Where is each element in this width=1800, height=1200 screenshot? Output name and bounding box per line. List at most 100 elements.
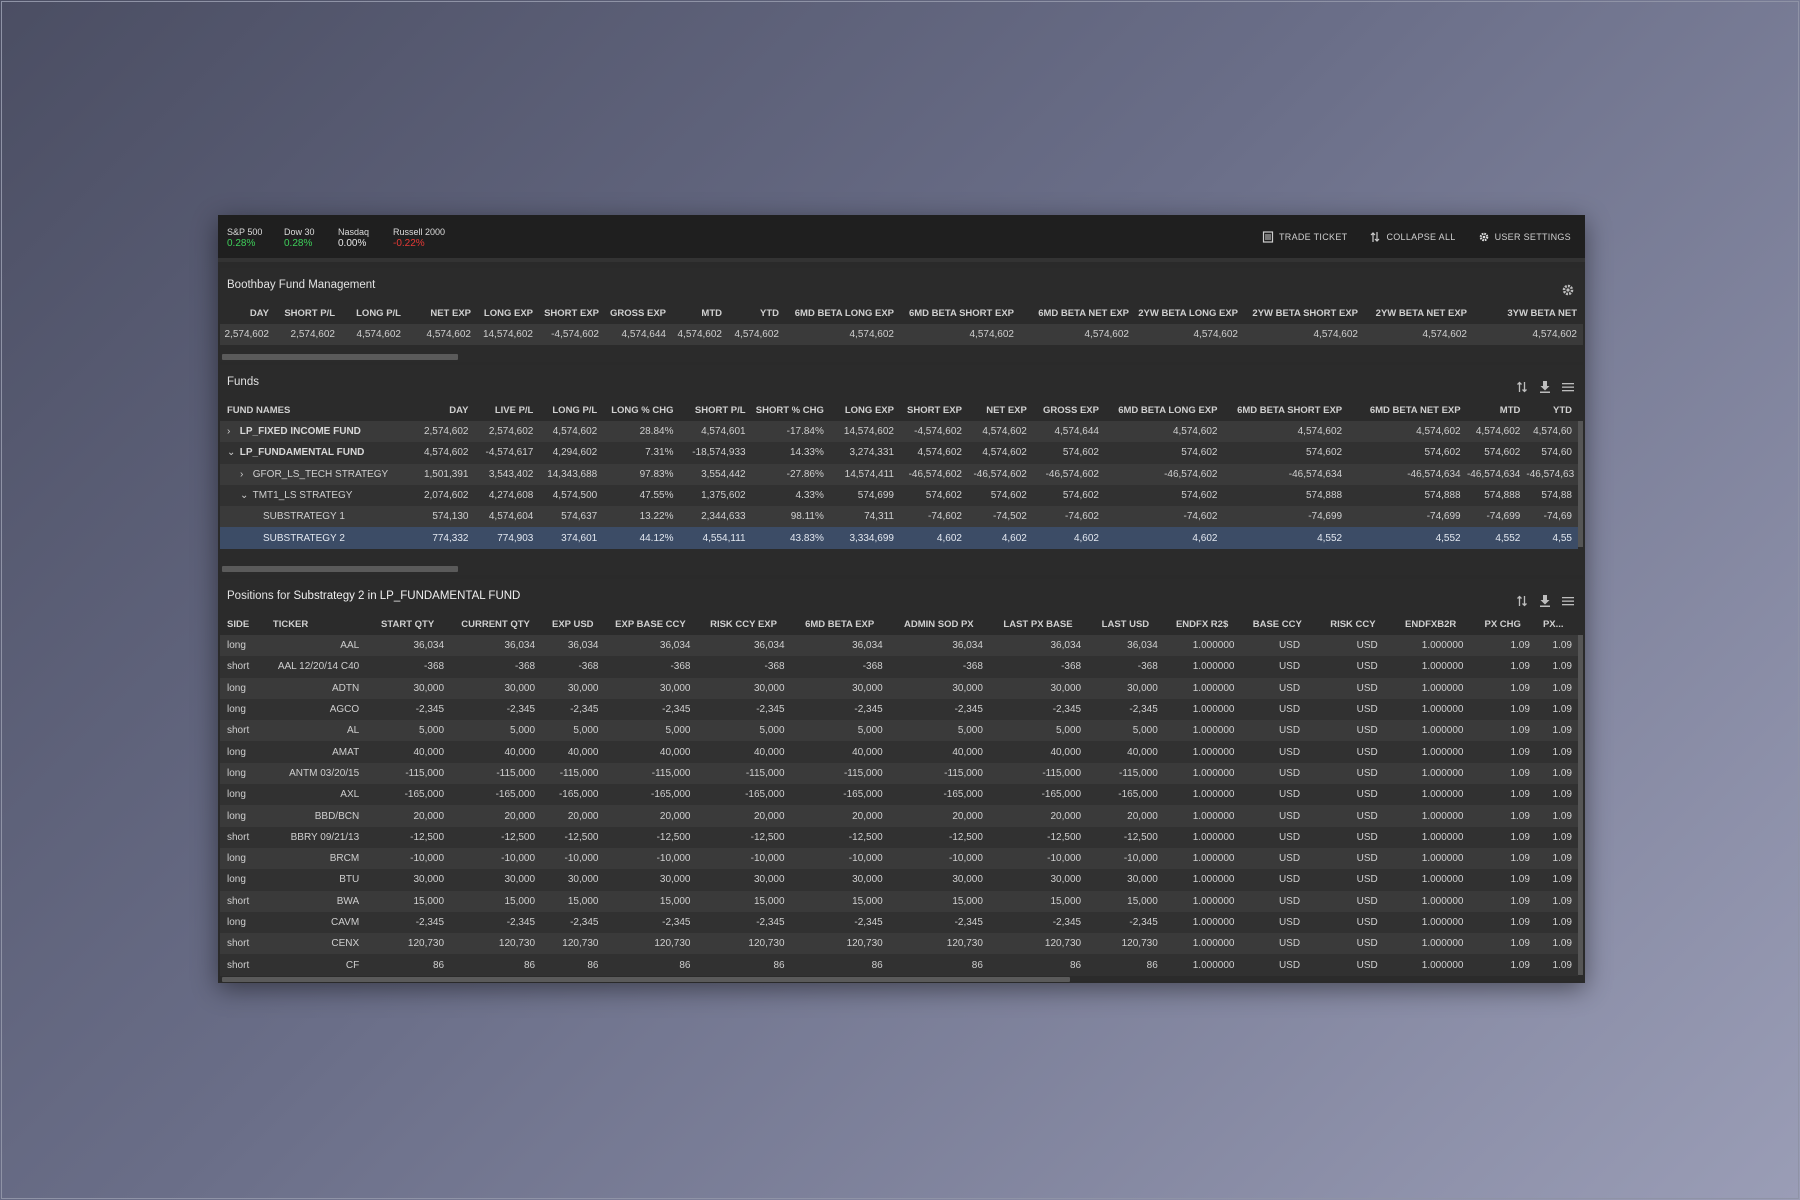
position-row[interactable]: long AAL 36,034 36,034 36,034 36,034 36,034 36,… — [220, 635, 1578, 657]
column-header[interactable]: PX... — [1536, 613, 1578, 635]
column-header[interactable]: 6MD BETA LONG EXP — [785, 302, 900, 324]
column-header[interactable]: LONG % CHG — [603, 399, 679, 421]
column-header[interactable]: 6MD BETA LONG EXP — [1105, 399, 1223, 421]
menu-icon[interactable] — [1561, 588, 1575, 606]
column-header[interactable]: LONG P/L — [341, 302, 407, 324]
sort-icon[interactable] — [1515, 588, 1529, 607]
column-header[interactable]: SIDE — [220, 613, 261, 635]
column-header[interactable]: 2YW BETA LONG EXP — [1135, 302, 1244, 324]
position-value-cell: 1.000000 — [1391, 869, 1470, 891]
column-header[interactable]: LIVE P/L — [474, 399, 539, 421]
menu-icon[interactable] — [1561, 374, 1575, 392]
column-header[interactable]: LONG EXP — [830, 399, 900, 421]
positions-table: SIDE TICKER START QTY CURRENT QTY EXP US… — [220, 613, 1578, 976]
column-header[interactable]: LAST USD — [1087, 613, 1164, 635]
fund-value-cell: -18,574,933 — [679, 442, 752, 464]
summary-row[interactable]: 2,574,602 2,574,602 4,574,602 4,574,602 14,5… — [220, 324, 1583, 346]
column-header[interactable]: ENDFXB2R — [1392, 613, 1470, 635]
position-row[interactable]: short BBRY 09/21/13 -12,500 -12,500 -12,500-… — [220, 826, 1578, 848]
position-row[interactable]: long BBD/BCN 20,000 20,000 20,000 20,000 20,00… — [220, 805, 1578, 827]
column-header[interactable]: EXP BASE CCY — [604, 613, 696, 635]
column-header[interactable]: FUND NAMES — [220, 399, 418, 421]
fund-row[interactable]: SUBSTRATEGY 2 774,332 774,903 374,601 44.12%… — [220, 527, 1578, 549]
summary-horizontal-scrollbar[interactable] — [222, 354, 458, 360]
column-header[interactable]: LAST PX BASE — [989, 613, 1087, 635]
column-header[interactable]: BASE CCY — [1240, 613, 1314, 635]
positions-vertical-scrollbar[interactable] — [1578, 635, 1583, 975]
collapse-all-button[interactable]: COLLAPSE ALL — [1369, 231, 1455, 243]
column-header[interactable]: 6MD BETA EXP — [791, 613, 889, 635]
column-header[interactable]: EXP USD — [541, 613, 604, 635]
position-row[interactable]: long AXL -165,000 -165,000 -165,000 -165,000-… — [220, 784, 1578, 806]
column-header[interactable]: LONG P/L — [539, 399, 603, 421]
fund-value-cell: 574,888 — [1348, 484, 1467, 507]
column-header[interactable]: GROSS EXP — [1033, 399, 1105, 421]
position-row[interactable]: long ADTN 30,000 30,000 30,000 30,000 30,000 30… — [220, 677, 1578, 699]
fund-value-cell: -46,574,602 — [967, 463, 1033, 485]
position-row[interactable]: long BTU 30,000 30,000 30,000 30,000 30,000 30,… — [220, 869, 1578, 891]
column-header[interactable]: YTD — [728, 302, 785, 324]
column-header[interactable]: 2YW BETA NET EXP — [1364, 302, 1473, 324]
column-header[interactable]: MTD — [672, 302, 728, 324]
column-header[interactable]: 6MD BETA NET EXP — [1348, 399, 1466, 421]
position-value-cell: -2,345 — [790, 698, 889, 721]
position-row[interactable]: long BRCM -10,000 -10,000 -10,000 -10,000 -10,… — [220, 847, 1578, 870]
column-header[interactable]: PX CHG — [1469, 613, 1535, 635]
column-header[interactable]: 3YW BETA NET — [1473, 302, 1583, 324]
funds-horizontal-scrollbar[interactable] — [222, 566, 458, 572]
column-header[interactable]: ENDFX R2$ — [1164, 613, 1241, 635]
download-icon[interactable] — [1538, 374, 1552, 393]
fund-row[interactable]: › GFOR_LS_TECH STRATEGY 1,501,391 3,543,40… — [220, 463, 1578, 485]
column-header[interactable]: SHORT P/L — [679, 399, 751, 421]
position-row[interactable]: long AMAT 40,000 40,000 40,000 40,000 40,000 40… — [220, 741, 1578, 763]
column-header[interactable]: YTD — [1526, 399, 1578, 421]
column-header[interactable]: NET EXP — [407, 302, 477, 324]
position-row[interactable]: long CAVM -2,345 -2,345 -2,345 -2,345 -2,345 -2… — [220, 911, 1578, 934]
chevron-down-icon[interactable]: ⌄ — [240, 490, 250, 501]
position-value-cell: 1.09 — [1469, 954, 1536, 976]
column-header[interactable]: SHORT P/L — [275, 302, 341, 324]
position-value-cell: USD — [1240, 677, 1315, 699]
column-header[interactable]: CURRENT QTY — [450, 613, 541, 635]
column-header[interactable]: 6MD BETA SHORT EXP — [1223, 399, 1348, 421]
column-header[interactable]: RISK CCY — [1314, 613, 1392, 635]
fund-row[interactable]: ⌄ LP_FUNDAMENTAL FUND 4,574,602 -4,574,617… — [220, 442, 1578, 464]
user-settings-button[interactable]: USER SETTINGS — [1478, 231, 1571, 243]
column-header[interactable]: 2YW BETA SHORT EXP — [1244, 302, 1364, 324]
chevron-right-icon[interactable]: › — [240, 469, 250, 480]
column-header[interactable]: MTD — [1467, 399, 1527, 421]
column-header[interactable]: NET EXP — [968, 399, 1033, 421]
position-row[interactable]: short AL 5,000 5,000 5,000 5,000 5,000 5,000 5,0… — [220, 720, 1578, 742]
fund-row[interactable]: › LP_FIXED INCOME FUND 2,574,602 2,574,602… — [220, 421, 1578, 443]
positions-horizontal-scrollbar[interactable] — [222, 977, 1070, 982]
fund-row[interactable]: SUBSTRATEGY 1 574,130 4,574,604 574,637 13.2… — [220, 506, 1578, 528]
column-header[interactable]: GROSS EXP — [605, 302, 672, 324]
funds-vertical-scrollbar[interactable] — [1578, 421, 1583, 547]
position-value-cell: -165,000 — [365, 784, 451, 806]
column-header[interactable]: START QTY — [365, 613, 450, 635]
column-header[interactable]: ADMIN SOD PX — [889, 613, 989, 635]
column-header[interactable]: RISK CCY EXP — [696, 613, 790, 635]
column-header[interactable]: 6MD BETA NET EXP — [1020, 302, 1135, 324]
position-row[interactable]: short CENX 120,730 120,730 120,730 120,730 120… — [220, 933, 1578, 955]
sort-icon[interactable] — [1515, 374, 1529, 393]
fund-row[interactable]: ⌄ TMT1_LS STRATEGY 2,074,602 4,274,608 4,57… — [220, 484, 1578, 507]
trade-ticket-button[interactable]: TRADE TICKET — [1262, 231, 1347, 243]
position-row[interactable]: short CF 86 86 86 86 86 86 86 86 86 1.000000 USD USD 1… — [220, 954, 1578, 976]
column-header[interactable]: LONG EXP — [477, 302, 539, 324]
column-header[interactable]: 6MD BETA SHORT EXP — [900, 302, 1020, 324]
position-row[interactable]: short BWA 15,000 15,000 15,000 15,000 15,000 15… — [220, 890, 1578, 912]
column-header[interactable]: DAY — [418, 399, 475, 421]
chevron-right-icon[interactable]: › — [227, 426, 237, 437]
position-row[interactable]: short AAL 12/20/14 C40 -368 -368 -368 -368 -36… — [220, 656, 1578, 678]
column-header[interactable]: SHORT EXP — [900, 399, 968, 421]
column-header[interactable]: SHORT % CHG — [752, 399, 830, 421]
download-icon[interactable] — [1538, 588, 1552, 607]
column-header[interactable]: TICKER — [261, 613, 365, 635]
column-header[interactable]: SHORT EXP — [539, 302, 605, 324]
chevron-down-icon[interactable]: ⌄ — [227, 447, 237, 458]
gear-icon[interactable] — [1561, 277, 1575, 296]
position-row[interactable]: long AGCO -2,345 -2,345 -2,345 -2,345 -2,345 -2… — [220, 698, 1578, 721]
column-header[interactable]: DAY — [220, 302, 275, 324]
position-row[interactable]: long ANTM 03/20/15 -115,000 -115,000 -115,00… — [220, 762, 1578, 785]
